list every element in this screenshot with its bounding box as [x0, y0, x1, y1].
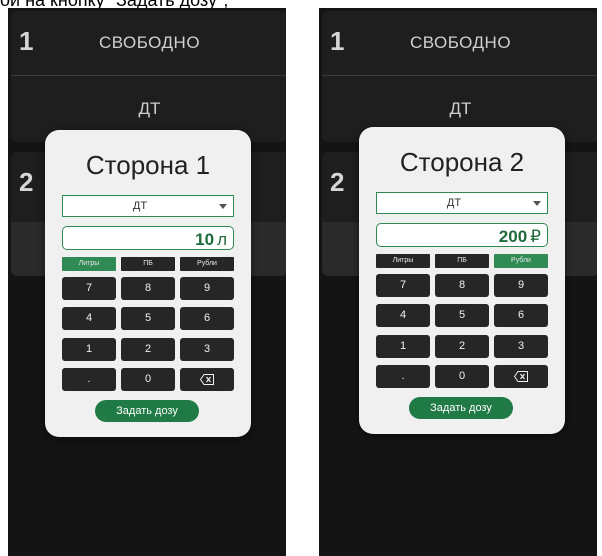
key-2[interactable]: 2 — [121, 338, 175, 361]
phone-screen-side-2: 1 СВОБОДНО ДТ 2 Сторона 2 ДТ 200 ₽ Литры … — [319, 8, 597, 556]
key-9[interactable]: 9 — [494, 274, 548, 297]
set-dose-button[interactable]: Задать дозу — [95, 400, 199, 422]
dose-unit: ₽ — [530, 227, 541, 246]
backspace-icon — [514, 371, 528, 382]
dialog-title: Сторона 1 — [85, 150, 211, 180]
key-6[interactable]: 6 — [494, 304, 548, 327]
phone-screen-side-1: 1 СВОБОДНО ДТ 2 Сторона 1 ДТ 10 л Литры П… — [8, 8, 286, 556]
nozzle-card-1[interactable]: 1 СВОБОДНО ДТ — [11, 11, 286, 142]
dose-value: 200 ₽ — [498, 227, 541, 246]
key-2[interactable]: 2 — [435, 335, 489, 358]
key-9[interactable]: 9 — [180, 277, 234, 300]
key-6[interactable]: 6 — [180, 307, 234, 330]
dose-input[interactable]: 10 л — [62, 226, 234, 250]
dose-mode-selector: Литры ПБ Рубли — [62, 257, 234, 271]
fuel-select-value: ДТ — [132, 200, 148, 212]
nozzle-number: 2 — [19, 167, 34, 197]
dose-dialog: Сторона 1 ДТ 10 л Литры ПБ Рубли 7 8 9 4 … — [45, 130, 251, 437]
key-3[interactable]: 3 — [180, 338, 234, 361]
dose-mode-selector: Литры ПБ Рубли — [376, 254, 548, 268]
mode-liters-button[interactable]: Литры — [62, 257, 116, 271]
chevron-down-icon — [219, 204, 227, 209]
numeric-keypad: 7 8 9 4 5 6 1 2 3 . 0 — [376, 274, 548, 389]
key-4[interactable]: 4 — [376, 304, 430, 327]
fuel-type-select[interactable]: ДТ — [376, 192, 548, 214]
nozzle-fuel-type: ДТ — [138, 99, 161, 118]
dose-dialog: Сторона 2 ДТ 200 ₽ Литры ПБ Рубли 7 8 9 4… — [359, 127, 565, 434]
set-dose-button[interactable]: Задать дозу — [409, 397, 513, 419]
fuel-select-value: ДТ — [446, 197, 462, 209]
key-0[interactable]: 0 — [435, 365, 489, 388]
dose-unit: л — [217, 230, 227, 249]
key-8[interactable]: 8 — [435, 274, 489, 297]
key-decimal[interactable]: . — [62, 368, 116, 391]
key-decimal[interactable]: . — [376, 365, 430, 388]
mode-liters-button[interactable]: Литры — [376, 254, 430, 268]
backspace-button[interactable] — [494, 365, 548, 388]
mode-rubles-button[interactable]: Рубли — [494, 254, 548, 268]
mode-full-tank-button[interactable]: ПБ — [121, 257, 175, 271]
dialog-title: Сторона 2 — [399, 147, 525, 177]
nozzle-fuel-type: ДТ — [449, 99, 472, 118]
key-3[interactable]: 3 — [494, 335, 548, 358]
nozzle-status: СВОБОДНО — [98, 33, 201, 52]
nozzle-status: СВОБОДНО — [409, 33, 512, 52]
key-8[interactable]: 8 — [121, 277, 175, 300]
fuel-type-select[interactable]: ДТ — [62, 195, 234, 217]
mode-rubles-button[interactable]: Рубли — [180, 257, 234, 271]
backspace-icon — [200, 374, 214, 385]
mode-full-tank-button[interactable]: ПБ — [435, 254, 489, 268]
nozzle-card-1[interactable]: 1 СВОБОДНО ДТ — [322, 11, 597, 142]
key-5[interactable]: 5 — [435, 304, 489, 327]
key-7[interactable]: 7 — [376, 274, 430, 297]
key-0[interactable]: 0 — [121, 368, 175, 391]
dose-input[interactable]: 200 ₽ — [376, 223, 548, 247]
nozzle-number: 2 — [330, 167, 345, 197]
numeric-keypad: 7 8 9 4 5 6 1 2 3 . 0 — [62, 277, 234, 392]
key-4[interactable]: 4 — [62, 307, 116, 330]
key-1[interactable]: 1 — [62, 338, 116, 361]
key-7[interactable]: 7 — [62, 277, 116, 300]
key-5[interactable]: 5 — [121, 307, 175, 330]
key-1[interactable]: 1 — [376, 335, 430, 358]
backspace-button[interactable] — [180, 368, 234, 391]
chevron-down-icon — [533, 201, 541, 206]
dose-value: 10 л — [195, 230, 227, 249]
